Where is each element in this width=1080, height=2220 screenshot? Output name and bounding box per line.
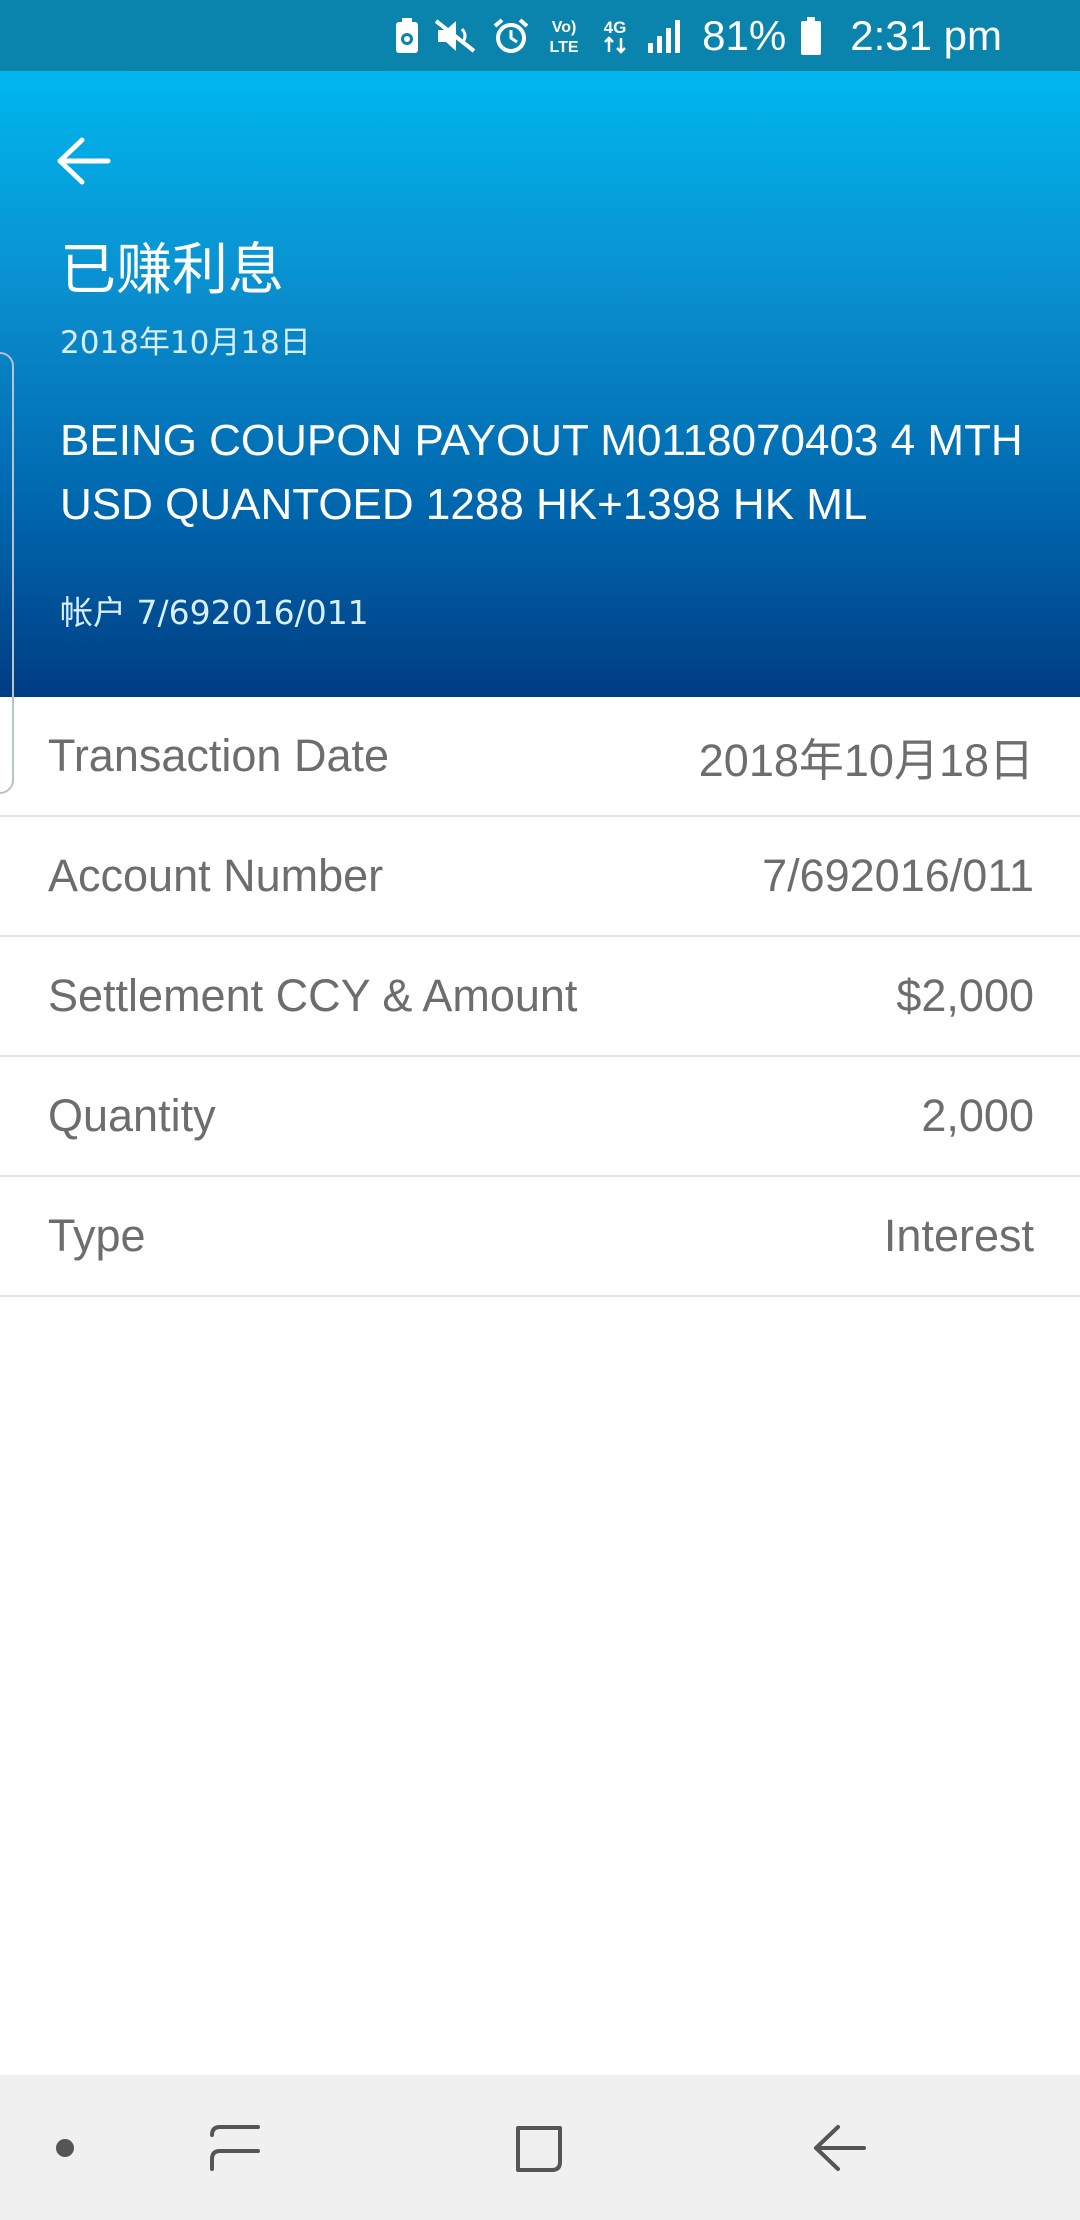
home-button[interactable]: [485, 2075, 595, 2220]
detail-row-type: Type Interest: [0, 1177, 1080, 1297]
navigation-bar: [0, 2075, 1080, 2220]
detail-value: Interest: [883, 1210, 1034, 1261]
detail-value: 2,000: [921, 1090, 1034, 1141]
recent-apps-button[interactable]: [180, 2075, 290, 2220]
detail-label: Account Number: [48, 850, 384, 901]
detail-row-settlement-amount: Settlement CCY & Amount $2,000: [0, 937, 1080, 1057]
detail-label: Type: [48, 1210, 146, 1261]
back-button[interactable]: [44, 121, 124, 201]
volte-label-bottom: LTE: [550, 39, 579, 56]
signal-icon: [646, 17, 684, 55]
mute-icon: [434, 17, 478, 55]
network-type-label: 4G: [604, 18, 627, 37]
page-title: 已赚利息: [60, 238, 284, 303]
battery-icon: [800, 16, 822, 56]
back-icon: [814, 2124, 866, 2171]
dot-icon: [56, 2138, 74, 2157]
data-arrows-icon: 4G: [598, 16, 632, 56]
battery-percent: 81%: [702, 12, 787, 59]
home-icon: [516, 2125, 562, 2172]
recent-apps-icon: [210, 2124, 260, 2171]
detail-label: Quantity: [48, 1090, 216, 1141]
alarm-icon: [492, 17, 530, 55]
volte-icon: Vo) LTE: [544, 16, 584, 56]
edge-panel-handle[interactable]: [0, 352, 14, 794]
detail-value: $2,000: [896, 970, 1034, 1021]
detail-row-quantity: Quantity 2,000: [0, 1057, 1080, 1177]
detail-row-account-number: Account Number 7/692016/011: [0, 817, 1080, 937]
detail-value: 2018年10月18日: [698, 734, 1034, 786]
transaction-details: Transaction Date 2018年10月18日 Account Num…: [0, 697, 1080, 1297]
transaction-header: 已赚利息 2018年10月18日 BEING COUPON PAYOUT M01…: [0, 71, 1080, 697]
status-icons: Vo) LTE 4G 81% 2:31 pm: [394, 0, 1002, 71]
detail-label: Transaction Date: [48, 730, 389, 781]
volte-label-top: Vo): [552, 19, 577, 36]
status-bar: Vo) LTE 4G 81% 2:31 pm: [0, 0, 1080, 71]
transaction-description: BEING COUPON PAYOUT M0118070403 4 MTH US…: [60, 416, 1023, 529]
detail-label: Settlement CCY & Amount: [48, 970, 578, 1021]
detail-value: 7/692016/011: [762, 850, 1034, 901]
battery-saver-icon: [394, 17, 420, 55]
nav-back-button[interactable]: [785, 2075, 895, 2220]
screen: Vo) LTE 4G 81% 2:31 pm 已赚利息 2018年10月18日 …: [0, 0, 1080, 2220]
back-arrow-icon: [57, 137, 111, 185]
header-date: 2018年10月18日: [60, 325, 311, 361]
detail-row-transaction-date: Transaction Date 2018年10月18日: [0, 697, 1080, 817]
header-account: 帐户 7/692016/011: [60, 593, 369, 632]
nav-dot-button[interactable]: [30, 2075, 100, 2220]
status-time: 2:31 pm: [850, 12, 1002, 59]
